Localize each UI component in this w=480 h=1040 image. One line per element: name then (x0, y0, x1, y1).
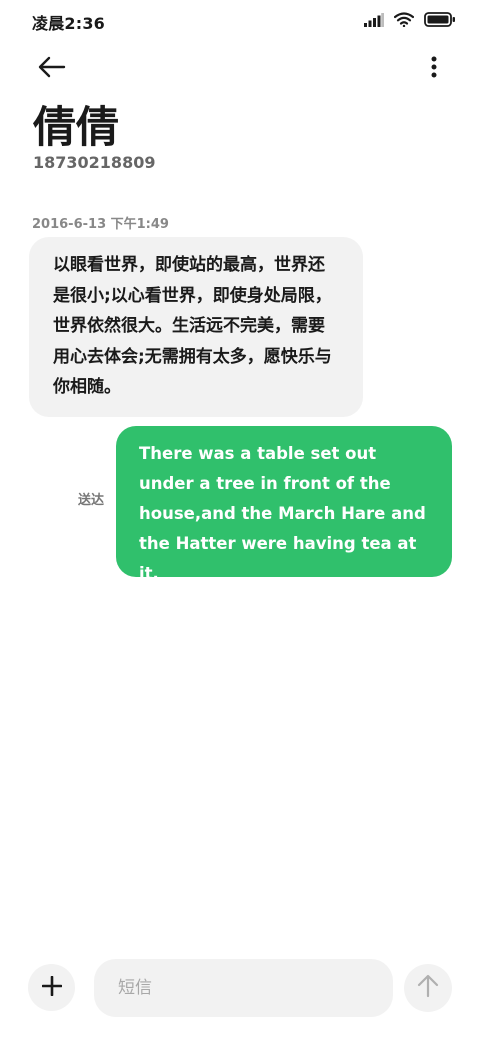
arrow-up-icon (417, 974, 439, 1002)
signal-icon (364, 12, 384, 31)
status-bar: 凌晨2:36 (0, 0, 480, 42)
status-time: 凌晨2:36 (32, 14, 105, 33)
conversation-screen: 凌晨2:36 倩倩 18730218809 2016-6-13 下午1:49 以… (0, 0, 480, 1040)
add-attachment-button[interactable] (28, 964, 75, 1011)
more-vertical-icon (431, 56, 437, 82)
contact-name: 倩倩 (33, 103, 119, 153)
arrow-left-icon (38, 56, 66, 82)
delivery-status: 送达 (78, 493, 105, 508)
received-message-bubble[interactable]: 以眼看世界，即使站的最高，世界还是很小;以心看世界，即使身处局限，世界依然很大。… (29, 237, 363, 417)
battery-icon (424, 11, 456, 31)
send-button[interactable] (404, 964, 452, 1012)
more-options-button[interactable] (420, 50, 448, 88)
contact-number: 18730218809 (33, 153, 156, 172)
status-icons (364, 11, 456, 31)
sent-message-bubble[interactable]: There was a table set out under a tree i… (116, 426, 452, 583)
message-timestamp: 2016-6-13 下午1:49 (32, 217, 169, 232)
wifi-icon (393, 11, 415, 31)
message-input[interactable] (94, 959, 393, 1017)
plus-icon (41, 975, 62, 1000)
back-button[interactable] (26, 50, 78, 88)
